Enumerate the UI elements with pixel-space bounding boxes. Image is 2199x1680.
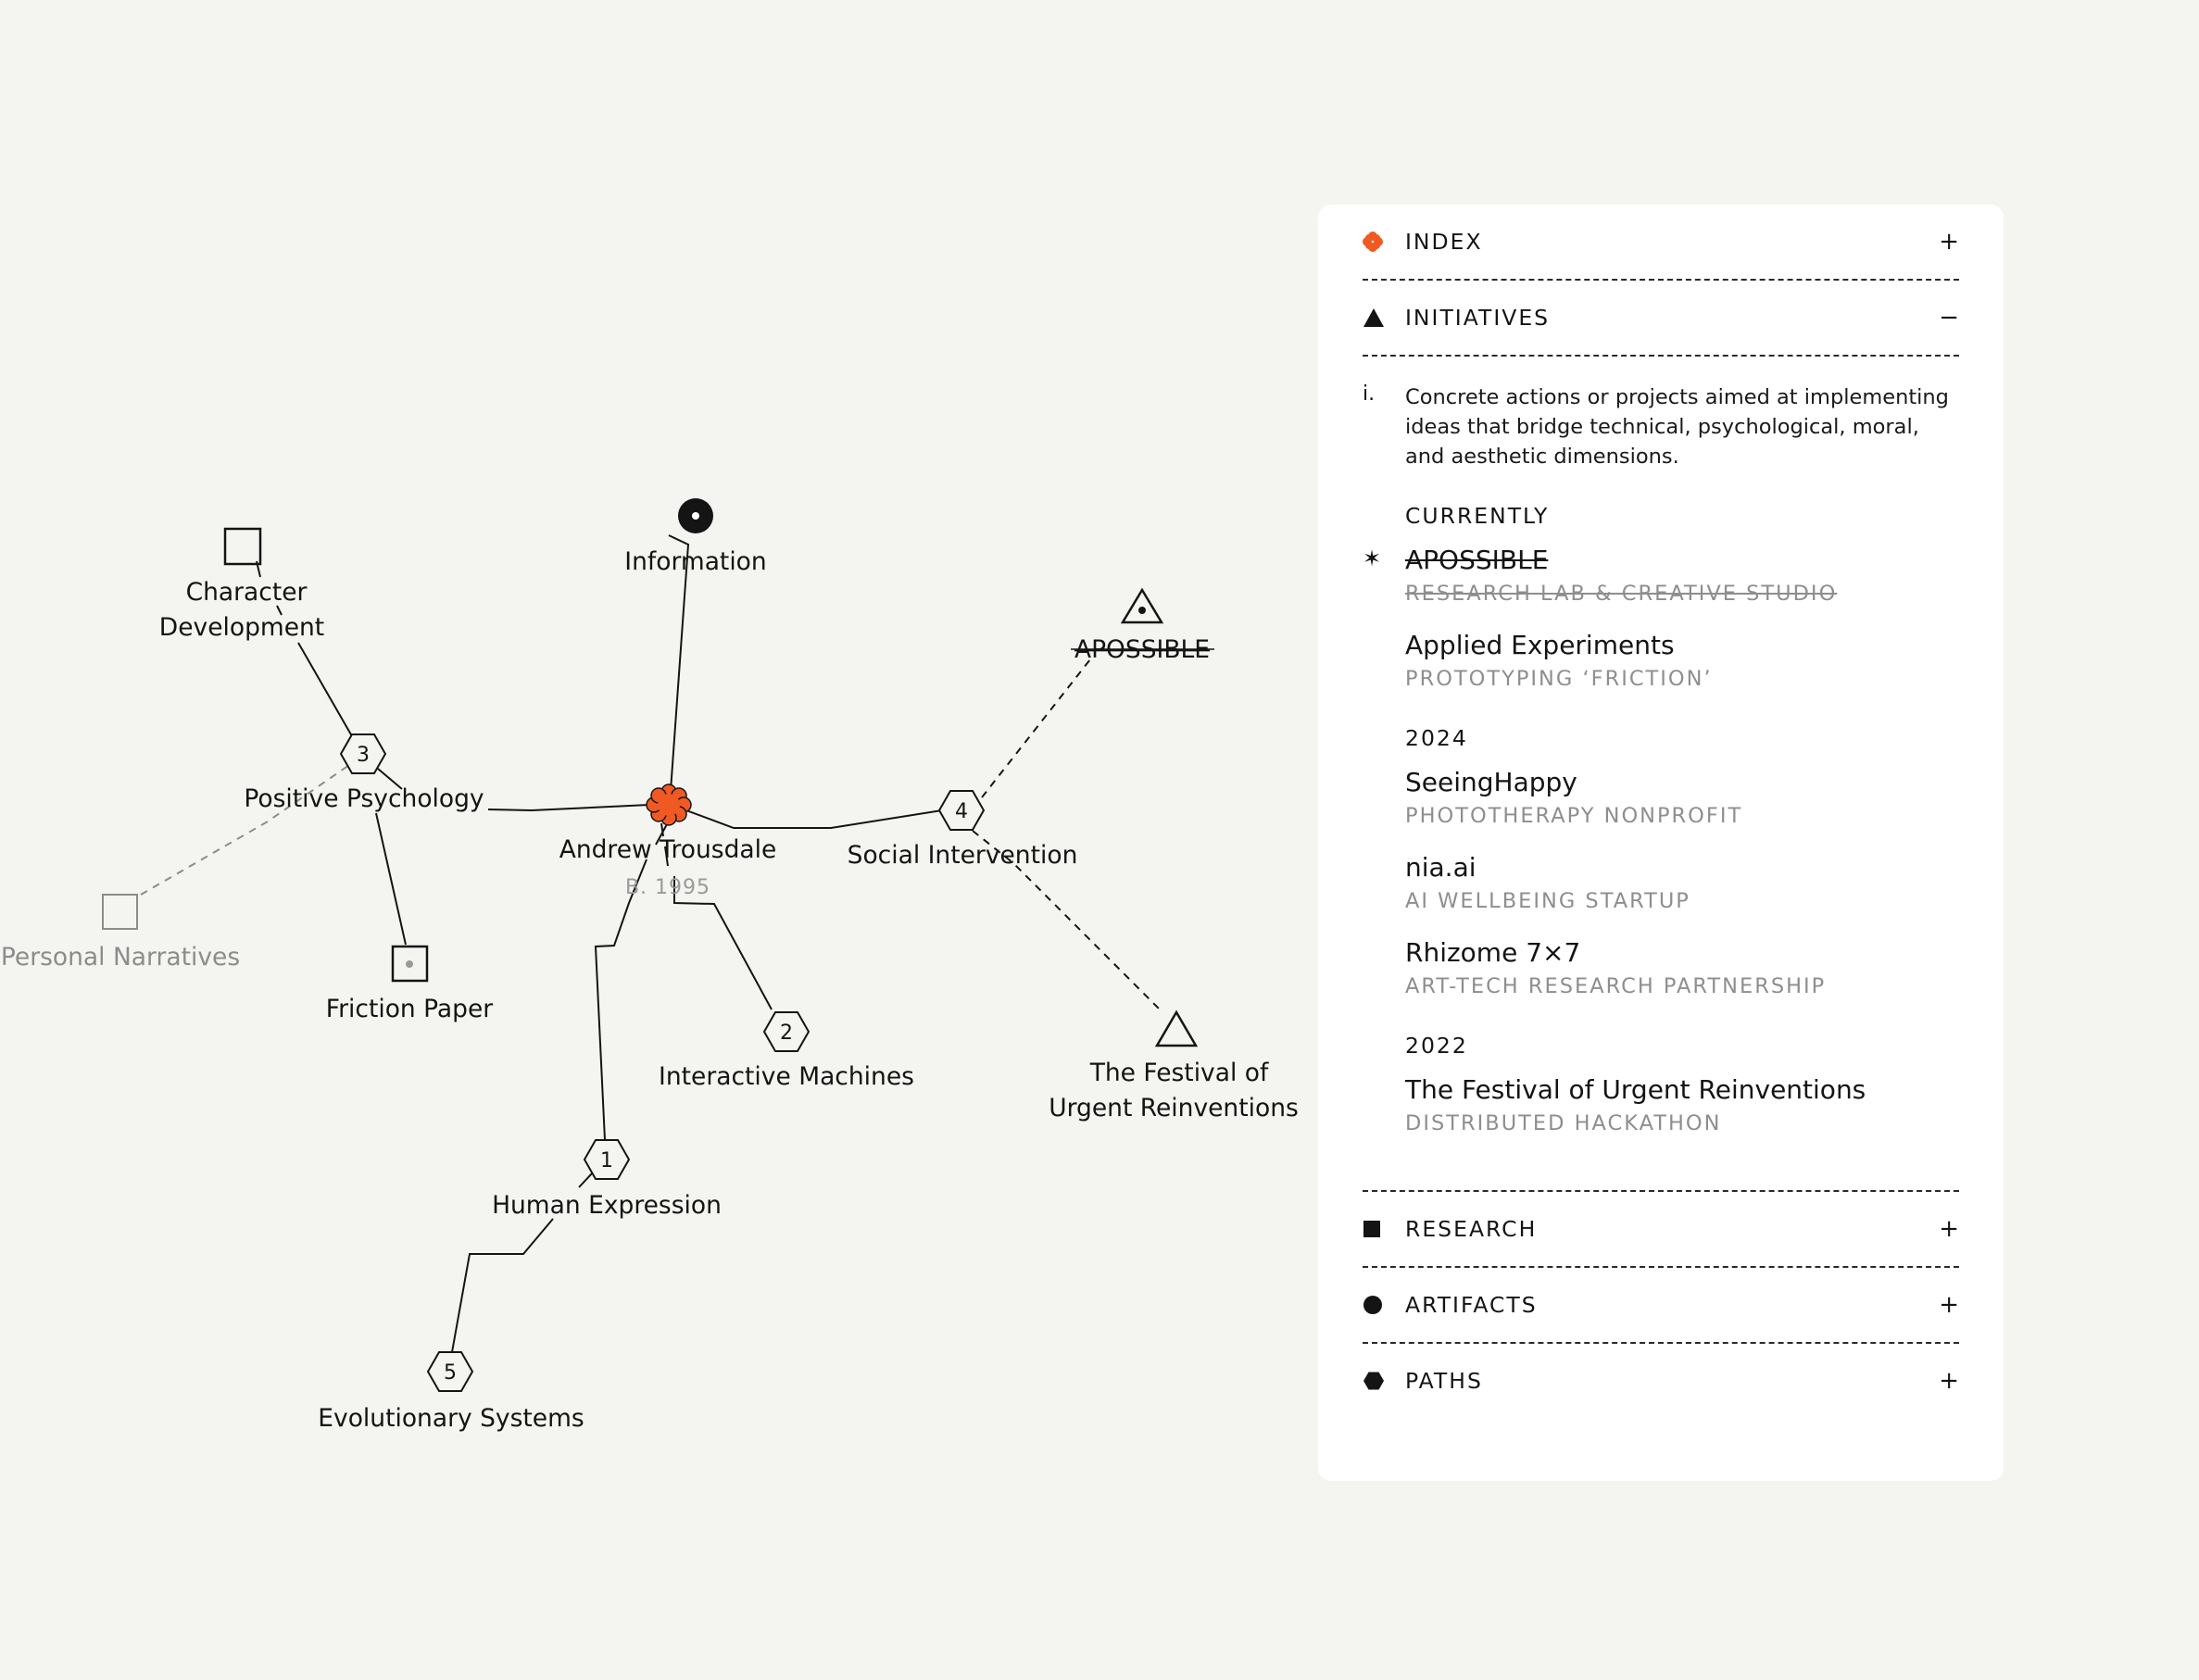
hexagon-icon	[1363, 1371, 1405, 1391]
information-label: Information	[624, 547, 766, 576]
friction-paper-label: Friction Paper	[326, 995, 493, 1023]
initiative-item-rhizome[interactable]: Rhizome 7×7 ART-TECH RESEARCH PARTNERSHI…	[1405, 936, 1959, 1001]
item-subtitle: AI WELLBEING STARTUP	[1405, 889, 1690, 913]
human-expression-label: Human Expression	[492, 1191, 722, 1220]
personal-narratives-label: Personal Narratives	[1, 943, 240, 972]
item-subtitle: ART-TECH RESEARCH PARTNERSHIP	[1405, 974, 1827, 998]
section-research-toggle[interactable]: +	[1931, 1215, 1959, 1243]
initiatives-content: i. Concrete actions or projects aimed at…	[1363, 357, 1959, 1192]
node-positive-psychology[interactable]: 3 Positive Psychology	[244, 733, 484, 813]
circle-icon	[1363, 1295, 1405, 1315]
initiative-item-seeinghappy[interactable]: SeeingHappy PHOTOTHERAPY NONPROFIT	[1405, 766, 1959, 831]
item-name: Applied Experiments	[1405, 630, 1675, 660]
edge-friction-paper	[363, 747, 407, 946]
center-name-label: Andrew Trousdale	[559, 835, 777, 864]
item-name: APOSSIBLE	[1405, 545, 1549, 575]
network-graph: Information Character Development 3 Posi…	[1, 498, 1299, 1433]
festival-triangle-icon	[1154, 1009, 1199, 1047]
center-birth-label: B. 1995	[625, 876, 710, 899]
personal-narratives-square-icon	[102, 894, 138, 930]
node-human-expression[interactable]: 1 Human Expression	[492, 1139, 722, 1220]
item-name: Rhizome 7×7	[1405, 937, 1581, 968]
initiative-item-nia-ai[interactable]: nia.ai AI WELLBEING STARTUP	[1405, 851, 1959, 916]
index-panel: INDEX + INITIATIVES − i. Concrete action…	[1318, 205, 2004, 1481]
evolutionary-systems-label: Evolutionary Systems	[318, 1404, 584, 1433]
section-paths-label: PATHS	[1405, 1368, 1483, 1394]
initiative-item-applied-experiments[interactable]: Applied Experiments PROTOTYPING ‘FRICTIO…	[1405, 629, 1959, 694]
interactive-machines-label: Interactive Machines	[659, 1062, 914, 1091]
social-intervention-label: Social Intervention	[848, 841, 1078, 870]
square-icon	[1363, 1220, 1405, 1238]
node-apossible[interactable]: APOSSIBLE	[1071, 587, 1214, 664]
character-development-square-icon	[223, 527, 262, 566]
group-currently: CURRENTLY ✶ APOSSIBLE RESEARCH LAB & CRE…	[1363, 503, 1959, 694]
star-icon: ✶	[1363, 545, 1382, 571]
group-title: 2024	[1405, 725, 1468, 751]
section-artifacts[interactable]: ARTIFACTS +	[1363, 1268, 1959, 1344]
item-subtitle: DISTRIBUTED HACKATHON	[1405, 1111, 1722, 1135]
section-initiatives-label: INITIATIVES	[1405, 305, 1551, 331]
evolutionary-systems-hex-number: 5	[444, 1361, 457, 1385]
edge-social-intervention	[668, 803, 943, 829]
item-name: nia.ai	[1405, 852, 1476, 883]
initiatives-description: i. Concrete actions or projects aimed at…	[1363, 382, 1959, 471]
node-character-development[interactable]: Character Development	[159, 527, 324, 642]
section-research-label: RESEARCH	[1405, 1216, 1538, 1242]
node-festival[interactable]: The Festival of Urgent Reinventions	[1049, 1009, 1299, 1122]
section-initiatives-toggle[interactable]: −	[1931, 304, 1959, 332]
apossible-triangle-icon	[1120, 587, 1164, 624]
group-title: CURRENTLY	[1405, 503, 1550, 529]
node-friction-paper[interactable]: Friction Paper	[326, 945, 493, 1023]
node-information[interactable]: Information	[624, 498, 767, 576]
description-marker: i.	[1363, 382, 1376, 406]
festival-label-line1: The Festival of	[1089, 1059, 1269, 1087]
node-interactive-machines[interactable]: 2 Interactive Machines	[659, 1011, 914, 1091]
edge-apossible	[981, 658, 1091, 798]
section-artifacts-label: ARTIFACTS	[1405, 1292, 1538, 1318]
positive-psychology-hex-number: 3	[357, 744, 370, 767]
item-subtitle: RESEARCH LAB & CREATIVE STUDIO	[1405, 582, 1838, 606]
center-flower-icon	[646, 784, 692, 826]
section-research[interactable]: RESEARCH +	[1363, 1192, 1959, 1268]
description-text: Concrete actions or projects aimed at im…	[1405, 385, 1949, 469]
section-index-toggle[interactable]: +	[1931, 228, 1959, 256]
human-expression-hex-number: 1	[600, 1149, 613, 1172]
section-paths-toggle[interactable]: +	[1931, 1367, 1959, 1395]
initiative-item-apossible[interactable]: ✶ APOSSIBLE RESEARCH LAB & CREATIVE STUD…	[1363, 544, 1959, 608]
group-2022: 2022 The Festival of Urgent Reinventions…	[1363, 1033, 1959, 1138]
flower-icon	[1363, 232, 1405, 252]
item-name: The Festival of Urgent Reinventions	[1405, 1074, 1866, 1105]
festival-label-line2: Urgent Reinventions	[1049, 1094, 1299, 1122]
edge-positive-psychology	[487, 803, 670, 812]
group-title: 2022	[1405, 1033, 1468, 1059]
item-subtitle: PROTOTYPING ‘FRICTION’	[1405, 667, 1713, 691]
section-index-label: INDEX	[1405, 229, 1483, 255]
item-name: SeeingHappy	[1405, 767, 1577, 797]
triangle-icon	[1363, 307, 1405, 328]
node-social-intervention[interactable]: 4 Social Intervention	[848, 790, 1078, 870]
section-index[interactable]: INDEX +	[1363, 205, 1959, 281]
initiative-item-festival[interactable]: The Festival of Urgent Reinventions DIST…	[1405, 1073, 1959, 1138]
group-2024: 2024 SeeingHappy PHOTOTHERAPY NONPROFIT …	[1363, 725, 1959, 1001]
social-intervention-hex-number: 4	[955, 800, 968, 823]
node-personal-narratives[interactable]: Personal Narratives	[1, 894, 240, 972]
character-development-label-line1: Character	[186, 578, 308, 607]
section-initiatives[interactable]: INITIATIVES −	[1363, 281, 1959, 357]
interactive-machines-hex-number: 2	[780, 1022, 793, 1045]
section-artifacts-toggle[interactable]: +	[1931, 1291, 1959, 1319]
character-development-label-line2: Development	[159, 613, 324, 642]
node-andrew-trousdale[interactable]: Andrew Trousdale B. 1995	[559, 784, 777, 899]
item-subtitle: PHOTOTHERAPY NONPROFIT	[1405, 804, 1743, 828]
section-paths[interactable]: PATHS +	[1363, 1344, 1959, 1418]
node-evolutionary-systems[interactable]: 5 Evolutionary Systems	[318, 1351, 584, 1433]
edge-human-expression	[594, 823, 668, 1141]
positive-psychology-label: Positive Psychology	[244, 784, 484, 813]
